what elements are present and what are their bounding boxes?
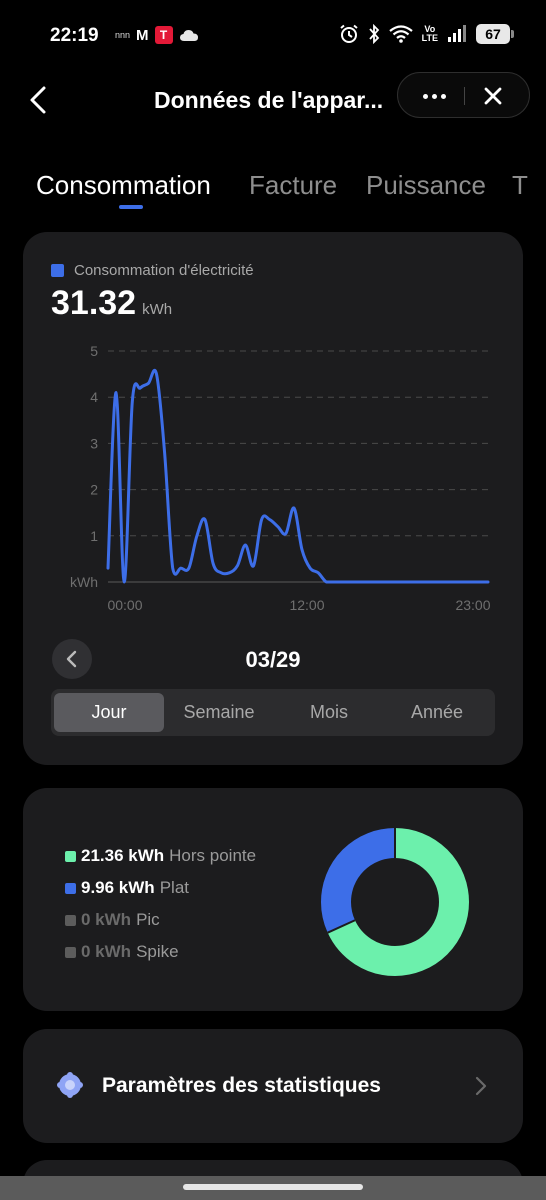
more-dot-icon (422, 93, 428, 99)
total-unit: kWh (142, 301, 173, 318)
tab-bar: Consommation Facture Puissance T (0, 160, 546, 214)
app-header: Données de l'appar... (0, 72, 546, 132)
breakdown-label: Hors pointe (169, 846, 257, 865)
breakdown-label: Spike (136, 942, 179, 961)
close-button[interactable] (478, 81, 508, 111)
more-dot-icon (431, 93, 437, 99)
breakdown-swatch (65, 850, 76, 862)
page-title: Données de l'appar... (154, 87, 384, 113)
breakdown-value: 0 kWh (81, 942, 132, 961)
x-tick-label: 00:00 (107, 597, 142, 613)
statistics-settings-label: Paramètres des statistiques (102, 1074, 381, 1097)
date-navigator: 03/29 (23, 637, 523, 681)
status-bar: 22:19 nnn M T Vo LTE 67 (0, 0, 546, 72)
notification-mini-icon: nnn (115, 30, 131, 40)
period-annee[interactable]: Année (382, 693, 492, 732)
x-tick-label: 23:00 (455, 597, 490, 613)
breakdown-card: 21.36 kWh Hors pointe 9.96 kWh Plat 0 kW… (23, 788, 523, 1011)
breakdown-label: Pic (136, 910, 160, 929)
back-button[interactable] (24, 82, 54, 118)
battery-indicator: 67 (476, 24, 514, 44)
consumption-chart[interactable]: 1 2 3 4 5 kWh 00:00 12:00 23:00 (23, 332, 523, 627)
legend-label: Consommation d'électricité (74, 262, 254, 279)
tab-consommation[interactable]: Consommation (36, 170, 211, 201)
more-button[interactable] (412, 73, 456, 119)
y-tick-label: 2 (90, 482, 98, 498)
tesla-icon: T (154, 26, 173, 44)
breakdown-swatch (65, 914, 76, 926)
volte-bottom: LTE (421, 33, 438, 43)
system-icons: Vo LTE 67 (339, 24, 514, 44)
consumption-card: Consommation d'électricité 31.32 kWh 123… (23, 232, 523, 765)
x-tick-label: 12:00 (289, 597, 324, 613)
chart-legend: Consommation d'électricité (51, 262, 254, 279)
tab-puissance[interactable]: Puissance (366, 170, 486, 201)
alarm-icon (340, 24, 358, 43)
chevron-right-icon (475, 1076, 487, 1096)
gear-icon (57, 1072, 83, 1098)
y-tick-label: 3 (90, 435, 98, 451)
legend-swatch (51, 264, 64, 277)
bluetooth-icon (368, 24, 379, 44)
volte-indicator: Vo LTE (422, 25, 438, 43)
more-dot-icon (440, 93, 446, 99)
total-value: 31.32 (51, 284, 137, 322)
breakdown-swatch (65, 882, 76, 894)
mail-icon: M (136, 26, 149, 44)
statistics-settings-row[interactable]: Paramètres des statistiques (23, 1029, 523, 1143)
breakdown-label: Plat (159, 878, 189, 897)
y-axis-unit-label: kWh (70, 574, 98, 590)
wifi-icon (388, 25, 413, 43)
signal-icon (448, 25, 466, 42)
y-tick-label: 5 (90, 343, 98, 359)
period-selector: Jour Semaine Mois Année (51, 689, 495, 736)
period-semaine[interactable]: Semaine (164, 693, 274, 732)
breakdown-donut-chart[interactable] (321, 828, 469, 976)
status-time: 22:19 (50, 25, 99, 46)
cloud-icon (179, 30, 198, 41)
miniapp-capsule (397, 72, 530, 118)
breakdown-swatch (65, 946, 76, 958)
y-tick-label: 1 (90, 528, 98, 544)
breakdown-item-spike: 0 kWh Spike (65, 942, 179, 962)
period-mois[interactable]: Mois (274, 693, 384, 732)
current-date: 03/29 (245, 647, 301, 672)
tab-next[interactable]: T (512, 170, 528, 201)
breakdown-value: 0 kWh (81, 910, 132, 929)
breakdown-item-plat: 9.96 kWh Plat (65, 878, 189, 898)
y-tick-label: 4 (90, 389, 98, 405)
breakdown-item-pic: 0 kWh Pic (65, 910, 160, 930)
system-nav-bar (0, 1176, 546, 1200)
notification-icons: nnn M T (115, 26, 199, 44)
consumption-series-line (106, 368, 490, 584)
period-jour[interactable]: Jour (54, 693, 164, 732)
total-consumption: 31.32 kWh (51, 284, 172, 323)
chevron-left-icon (30, 86, 46, 114)
breakdown-item-hors-pointe: 21.36 kWh Hors pointe (65, 846, 256, 866)
tab-facture[interactable]: Facture (249, 170, 337, 201)
home-gesture-handle[interactable] (183, 1184, 363, 1190)
close-icon (484, 87, 502, 105)
breakdown-value: 9.96 kWh (81, 878, 155, 897)
breakdown-value: 21.36 kWh (81, 846, 165, 865)
tab-indicator (119, 205, 143, 209)
capsule-divider (464, 87, 465, 105)
